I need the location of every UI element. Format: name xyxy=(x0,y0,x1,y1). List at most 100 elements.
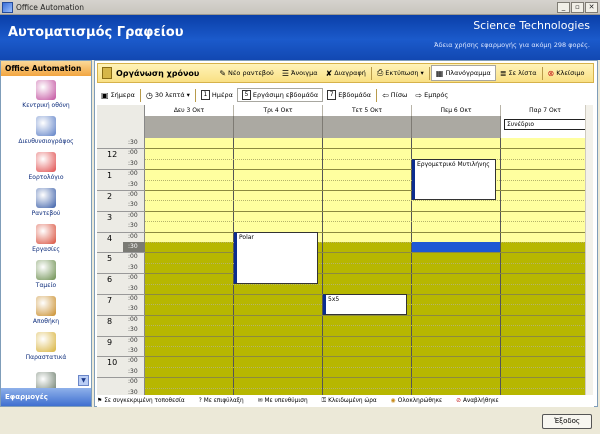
hour-label: 7 xyxy=(107,296,113,305)
slot-line xyxy=(145,190,590,191)
minute-label: :30 xyxy=(128,326,138,334)
slot-line xyxy=(145,325,590,327)
day-header[interactable]: Παρ 7 Οκτ xyxy=(501,105,590,116)
slot-line xyxy=(145,377,590,379)
planner-button[interactable]: ▦ Πλανόγραμμα xyxy=(430,65,496,81)
minute-label: :00 xyxy=(128,211,138,219)
back-button[interactable]: ⇦ Πίσω xyxy=(378,88,411,102)
all-day-event[interactable]: Συνέδριο xyxy=(504,119,587,130)
open-icon: ☰ xyxy=(281,68,289,78)
today-button[interactable]: ▣ Σήμερα xyxy=(97,88,139,102)
hour-label: 2 xyxy=(107,192,113,201)
hour-label: 9 xyxy=(107,337,113,347)
status-legend-label: Κλειδωμένη ώρα xyxy=(328,398,377,404)
sidebar-item[interactable]: Αποθήκη xyxy=(1,292,91,328)
day-column[interactable] xyxy=(501,138,590,397)
hour-label: 12 xyxy=(107,150,118,160)
appointment[interactable]: 5x5 xyxy=(323,294,407,315)
chevron-down-icon: ▾ xyxy=(186,91,190,99)
sidebar-item-label: Εορτολόγιο xyxy=(28,173,64,181)
calendar-view[interactable]: Δευ 3 Οκτ Τρι 4 Οκτ Τετ 5 Οκτ Πεμ 6 Οκτ Παρ … xyxy=(97,105,592,397)
location-icon: ⚑ xyxy=(97,398,103,404)
minute-label: :00 xyxy=(128,253,138,261)
arrow-left-icon: ⇦ xyxy=(382,90,389,100)
week-view-icon: 7 xyxy=(327,90,337,100)
all-day-cell[interactable] xyxy=(412,116,501,138)
non-working-hours xyxy=(501,242,589,397)
list-button[interactable]: ≣ Σε λίστα xyxy=(496,65,541,81)
warehouse-icon xyxy=(36,295,56,316)
sidebar-item[interactable]: Παραστατικά xyxy=(1,328,91,364)
bottom-bar: Έξοδος xyxy=(0,407,600,434)
open-button[interactable]: ☰ Άνοιγμα xyxy=(278,65,322,81)
hour-label: 5 xyxy=(107,254,113,264)
status-legend-item: ⚑ Σε συγκεκριμένη τοποθεσία xyxy=(97,398,185,404)
sidebar-scroll-down-button[interactable]: ▼ xyxy=(78,375,89,386)
planner-icon: ▦ xyxy=(435,68,444,78)
slot-line xyxy=(145,221,590,223)
hour-label: 3 xyxy=(107,212,113,222)
calendar-scrollbar[interactable] xyxy=(585,105,593,397)
minute-label: :30 xyxy=(128,347,138,354)
sidebar-footer[interactable]: Εφαρμογές xyxy=(1,388,91,406)
time-grid[interactable]: Εργομετρικό Μυτιλήνης Polar 5x5 xyxy=(145,138,590,397)
close-button[interactable]: ⊗ Κλείσιμο xyxy=(544,65,589,81)
print-button[interactable]: ⎙ Εκτύπωση ▾ xyxy=(373,65,428,81)
hour-label: 8 xyxy=(107,316,113,326)
status-legend: ⚑ Σε συγκεκριμένη τοποθεσία? Με επιφύλαξη ✉… xyxy=(97,395,594,407)
selected-slot[interactable] xyxy=(412,242,500,253)
status-legend-item: ⚿ Κλειδωμένη ώρα xyxy=(322,398,377,405)
sidebar-item-label: Εργασίες xyxy=(32,245,60,253)
main-panel: Οργάνωση χρόνου ✎ Νέο ραντεβού ☰ Άνοιγμα ✘… xyxy=(94,60,598,407)
day-view-button[interactable]: 1 Ημέρα xyxy=(197,88,237,102)
status-legend-label: Αναβλήθηκε xyxy=(463,398,499,404)
appointment[interactable]: Εργομετρικό Μυτιλήνης xyxy=(412,158,496,201)
slot-line xyxy=(145,158,590,160)
cashbox-icon xyxy=(36,259,56,280)
close-window-button[interactable]: ✕ xyxy=(585,2,598,13)
reminder-icon: ✉ xyxy=(257,398,263,404)
all-day-cell[interactable] xyxy=(323,116,412,138)
close-circle-icon: ⊗ xyxy=(547,68,555,78)
sidebar-title: Office Automation xyxy=(1,61,91,76)
maximize-button[interactable]: ▫ xyxy=(571,2,584,13)
new-appointment-button[interactable]: ✎ Νέο ραντεβού xyxy=(215,65,277,81)
window-title: Office Automation xyxy=(16,2,84,12)
lock-icon: ⚿ xyxy=(321,397,327,404)
day-header[interactable]: Τετ 5 Οκτ xyxy=(323,105,412,116)
sidebar-item[interactable]: Εορτολόγιο xyxy=(1,148,91,184)
sidebar-item[interactable]: Εργασίες xyxy=(1,220,91,256)
day-header[interactable]: Τρι 4 Οκτ xyxy=(234,105,323,116)
all-day-cell[interactable] xyxy=(145,116,234,138)
minute-label: :00 xyxy=(128,295,138,302)
day-header[interactable]: Πεμ 6 Οκτ xyxy=(412,105,501,116)
delete-button[interactable]: ✘ Διαγραφή xyxy=(322,65,370,81)
day-header[interactable]: Δευ 3 Οκτ xyxy=(145,105,234,116)
minute-label: :30 xyxy=(128,305,138,313)
sidebar-item[interactable]: Διευθυνσιογράφος xyxy=(1,112,91,148)
sidebar-item-label: Ραντεβού xyxy=(31,209,61,217)
forward-button[interactable]: ⇨ Εμπρός xyxy=(411,88,452,102)
slot-line xyxy=(145,273,590,275)
minute-label: :30 xyxy=(128,201,138,209)
all-day-cell[interactable] xyxy=(234,116,323,138)
sidebar-item[interactable]: Ραντεβού xyxy=(1,184,91,220)
slot-line xyxy=(145,210,590,212)
app-title: Αυτοματισμός Γραφείου xyxy=(8,25,184,40)
time-gutter: :30 12:00:30 1:00:30 2:00:30 3:00:30 4:00:30 5… xyxy=(97,138,145,397)
sidebar-item[interactable]: Κεντρική οθόνη xyxy=(1,76,91,112)
slot-line xyxy=(145,252,590,254)
exit-button[interactable]: Έξοδος xyxy=(542,414,592,429)
slot-line xyxy=(145,179,590,181)
interval-select[interactable]: ◷ 30 λεπτά ▾ xyxy=(142,88,194,102)
day-column[interactable] xyxy=(145,138,234,397)
work-week-view-button[interactable]: 5 Εργάσιμη εβδομάδα xyxy=(236,88,324,102)
slot-line xyxy=(145,356,590,358)
minute-label: :30 xyxy=(128,284,138,292)
appointment[interactable]: Polar xyxy=(234,231,318,284)
sidebar-item[interactable]: Ταμείο xyxy=(1,256,91,292)
minimize-button[interactable]: _ xyxy=(557,2,570,13)
minute-label: :00 xyxy=(128,378,138,386)
day-column[interactable] xyxy=(323,138,412,397)
week-view-button[interactable]: 7 Εβδομάδα xyxy=(323,88,375,102)
